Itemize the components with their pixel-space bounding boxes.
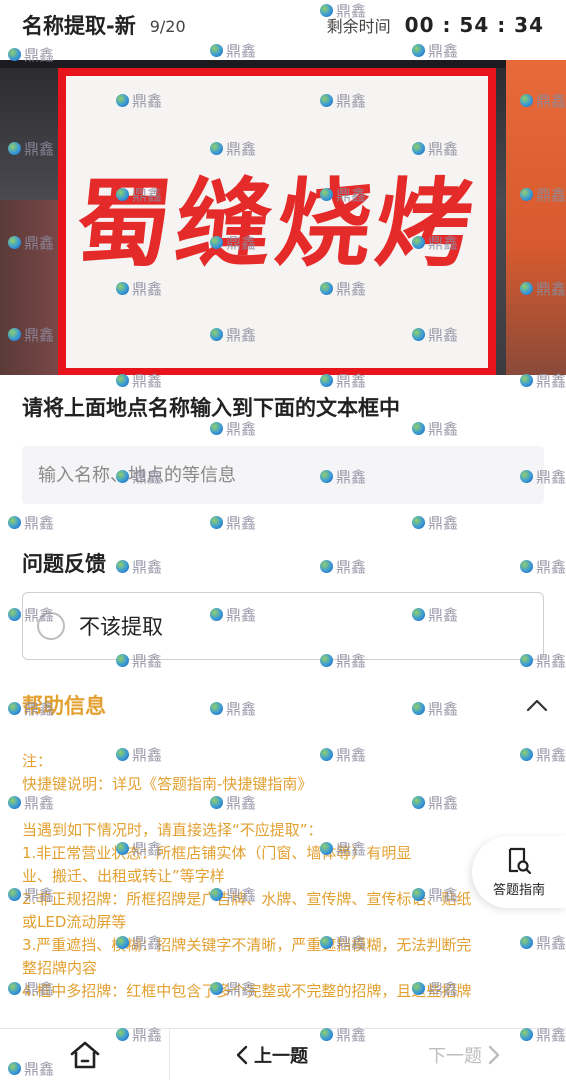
watermark: 鼎鑫 [320,556,366,577]
help-line: 4.框中多招牌：红框中包含了多个完整或不完整的招牌，且这些招牌 [22,982,472,1000]
countdown-timer: 00 : 54 : 34 [404,13,544,37]
globe-icon [320,374,333,387]
remaining-time-label: 剩余时间 [326,17,391,36]
highlight-frame: 蜀缝烧烤 [58,68,496,375]
help-line: 2.非正规招牌：所框招牌是广告牌、水牌、宣传牌、宣传标语、贴纸 [22,890,472,908]
name-input[interactable] [22,446,544,504]
chevron-right-icon [488,1045,500,1064]
home-button[interactable] [0,1028,170,1080]
photo-right-sign [506,60,566,375]
globe-icon [520,560,533,573]
globe-icon [412,516,425,529]
help-body: 注： 快捷键说明：详见《答题指南-快捷键指南》 当遇到如下情况时，请直接选择“不… [22,750,546,1003]
globe-icon [210,422,223,435]
instruction-text: 请将上面地点名称输入到下面的文本框中 [22,396,400,420]
help-line: 快捷键说明：详见《答题指南-快捷键指南》 [22,775,313,793]
previous-question-button[interactable]: 上一题 [170,1029,368,1080]
help-gap [22,796,546,819]
globe-icon [8,888,21,901]
feedback-title: 问题反馈 [22,552,106,576]
globe-icon [210,516,223,529]
home-icon [70,1041,99,1068]
collapse-toggle[interactable] [522,690,552,720]
watermark: 鼎鑫 [412,512,458,533]
previous-question-label: 上一题 [254,1045,308,1067]
watermark: 鼎鑫 [210,512,256,533]
globe-icon [520,374,533,387]
globe-icon [412,702,425,715]
globe-icon [412,422,425,435]
help-title: 帮助信息 [22,694,106,718]
document-search-icon [508,847,532,874]
answer-guide-button[interactable]: 答题指南 [472,836,566,908]
not-extract-label: 不该提取 [79,615,163,639]
watermark: 鼎鑫 [412,698,458,719]
task-title: 名称提取-新 [22,14,136,38]
help-line: 3.严重遮挡、模糊：招牌关键字不清晰，严重遮挡模糊，无法判断完 [22,936,472,954]
signboard-text: 蜀缝烧烤 [70,167,483,280]
page: 名称提取-新 9/20 剩余时间 00 : 54 : 34 蜀缝烧烤 请将上面地… [0,0,566,1080]
globe-icon [8,516,21,529]
watermark: 鼎鑫 [8,512,54,533]
photo-ceiling [0,60,566,68]
globe-icon [8,796,21,809]
answer-guide-label: 答题指南 [492,882,545,898]
globe-icon [210,702,223,715]
globe-icon [116,560,129,573]
help-line: 注： [22,752,53,770]
help-line: 当遇到如下情况时，请直接选择“不应提取”： [22,821,323,839]
help-line: 业、搬迁、出租或转让”等字样 [22,867,225,885]
globe-icon [116,374,129,387]
header: 名称提取-新 9/20 剩余时间 00 : 54 : 34 [0,0,566,50]
globe-icon [8,608,21,621]
radio-button[interactable] [37,612,65,640]
help-line: 1.非正常营业状态：所框店铺实体（门窗、墙体等）有明显 [22,844,412,862]
next-question-button[interactable]: 下一题 [368,1029,566,1080]
chevron-left-icon [236,1045,248,1064]
watermark: 鼎鑫 [210,698,256,719]
globe-icon [8,982,21,995]
chevron-up-icon [526,699,548,712]
watermark: 鼎鑫 [520,556,566,577]
not-extract-option[interactable]: 不该提取 [22,592,544,660]
help-line: 或LED流动屏等 [22,913,127,931]
task-progress: 9/20 [149,16,186,36]
watermark: 鼎鑫 [116,556,162,577]
next-question-label: 下一题 [428,1045,482,1067]
globe-icon [320,560,333,573]
bottom-bar: 上一题 下一题 [0,1028,566,1080]
task-photo: 蜀缝烧烤 [0,60,566,375]
help-line: 整招牌内容 [22,959,98,977]
globe-icon [8,702,21,715]
watermark: 鼎鑫 [412,418,458,439]
photo-left-wall [0,200,60,375]
